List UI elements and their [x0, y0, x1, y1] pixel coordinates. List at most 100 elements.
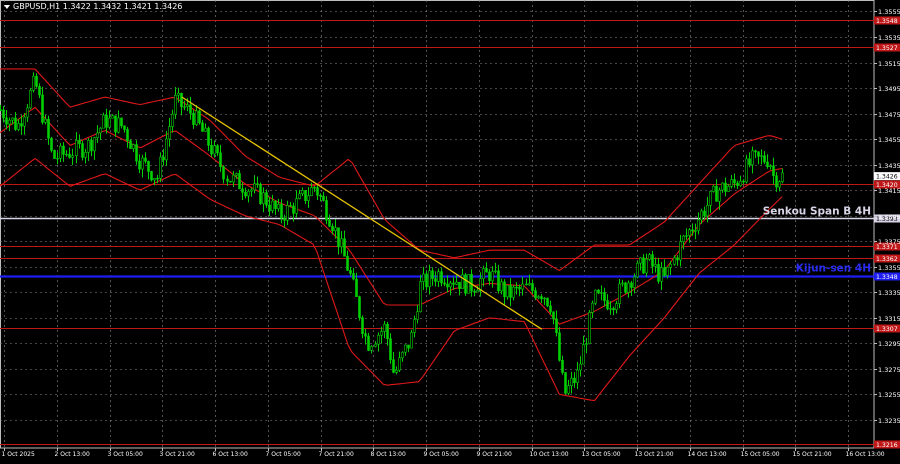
annotation-label: Kijun-sen 4H	[796, 263, 871, 275]
candle-body	[712, 185, 715, 192]
candle-body	[56, 157, 59, 160]
candle-body	[549, 305, 552, 313]
candle-body	[739, 180, 742, 186]
candle-body	[174, 94, 177, 115]
candle-body	[201, 122, 204, 132]
candle-body	[525, 283, 528, 286]
candle-body	[307, 195, 310, 201]
candle-body	[540, 296, 543, 300]
candle-body	[482, 268, 485, 279]
candle-body	[669, 263, 672, 268]
candle-body	[503, 281, 506, 298]
bollinger-middle	[0, 106, 783, 325]
candle-body	[295, 198, 298, 214]
bollinger-upper	[0, 68, 783, 272]
candle-body	[769, 165, 772, 168]
price-chart[interactable]: 1.3548 1.3527 1.3420 1.3393 1.3371 1.3362 1.33…	[0, 0, 900, 460]
price-tick-label: 1.3335	[878, 289, 900, 297]
candle-body	[404, 344, 407, 353]
candle-body	[262, 192, 265, 204]
candle-body	[422, 273, 425, 282]
candle-body	[108, 117, 111, 128]
candle-body	[265, 192, 268, 206]
candle-body	[322, 195, 325, 201]
candle-body	[153, 177, 156, 181]
candle-body	[286, 205, 289, 221]
candle-body	[168, 126, 171, 140]
candle-body	[428, 270, 431, 288]
candle-body	[289, 205, 292, 207]
price-tick-label: 1.3535	[878, 34, 900, 42]
candle-body	[361, 317, 364, 334]
candle-body	[135, 144, 138, 162]
time-tick-label: 3 Oct 21:00	[160, 451, 195, 458]
candle-body	[721, 182, 724, 191]
candle-body	[277, 203, 280, 209]
chart-canvas[interactable]: 1.35481.35271.34201.33931.33711.33621.33…	[0, 0, 900, 460]
candle-body	[742, 180, 745, 183]
candle-body	[552, 311, 555, 320]
price-tick-label: 1.3255	[878, 391, 900, 399]
candle-body	[564, 372, 567, 394]
price-axis[interactable]: 1.3555 1.3535 1.3515 1.3495 1.3475 1.3455 1.34…	[874, 8, 900, 425]
candle-body	[700, 210, 703, 221]
candle-body	[449, 282, 452, 288]
chart-frame	[0, 0, 875, 449]
candle-body	[75, 139, 78, 156]
annotations: Senkou Span B 4H Kijun-sen 4H	[763, 205, 871, 274]
candle-body	[736, 182, 739, 186]
candle-body	[259, 183, 262, 204]
candle-body	[250, 189, 253, 192]
candles	[0, 72, 784, 395]
candle-body	[597, 289, 600, 294]
candle-body	[292, 205, 295, 214]
candle-body	[452, 282, 455, 285]
candle-body	[775, 175, 778, 188]
candle-body	[676, 257, 679, 261]
candle-body	[588, 312, 591, 345]
candle-body	[247, 190, 250, 197]
candle-body	[17, 123, 20, 130]
candle-body	[491, 271, 494, 282]
time-tick-label: 15 Oct 21:00	[793, 451, 832, 458]
candle-body	[464, 274, 467, 294]
candle-body	[11, 117, 14, 121]
candle-body	[171, 113, 174, 127]
candle-body	[561, 360, 564, 373]
candle-body	[316, 187, 319, 196]
candle-body	[5, 117, 8, 125]
symbol-dropdown-icon[interactable]	[4, 4, 10, 9]
candle-body	[62, 145, 65, 155]
time-tick-label: 1 Oct 2025	[2, 451, 35, 458]
candle-body	[673, 257, 676, 265]
candle-body	[666, 266, 669, 276]
candle-body	[555, 318, 558, 334]
time-axis[interactable]: 1 Oct 2025 2 Oct 13:00 3 Oct 05:00 3 Oct 21…	[2, 448, 885, 458]
candle-body	[754, 150, 757, 153]
candle-body	[210, 144, 213, 155]
price-tick-label: 1.3555	[878, 8, 900, 16]
candle-body	[425, 273, 428, 288]
candle-body	[20, 123, 23, 127]
grid	[0, 0, 875, 449]
candle-body	[93, 137, 96, 152]
candle-body	[383, 323, 386, 332]
candle-body	[180, 93, 183, 108]
candle-body	[138, 160, 141, 170]
candle-body	[419, 281, 422, 313]
candle-body	[709, 191, 712, 206]
candle-body	[183, 106, 186, 108]
candle-body	[458, 281, 461, 289]
candle-body	[367, 335, 370, 351]
candle-body	[606, 300, 609, 310]
trendline[interactable]	[181, 96, 543, 330]
candle-body	[343, 238, 346, 257]
time-tick-label: 8 Oct 13:00	[371, 451, 406, 458]
candle-body	[380, 331, 383, 336]
price-tick-label: 1.3375	[878, 238, 900, 246]
candle-body	[636, 262, 639, 278]
candle-body	[53, 150, 56, 159]
candle-body	[105, 114, 108, 128]
candle-body	[591, 302, 594, 313]
candle-body	[660, 267, 663, 282]
